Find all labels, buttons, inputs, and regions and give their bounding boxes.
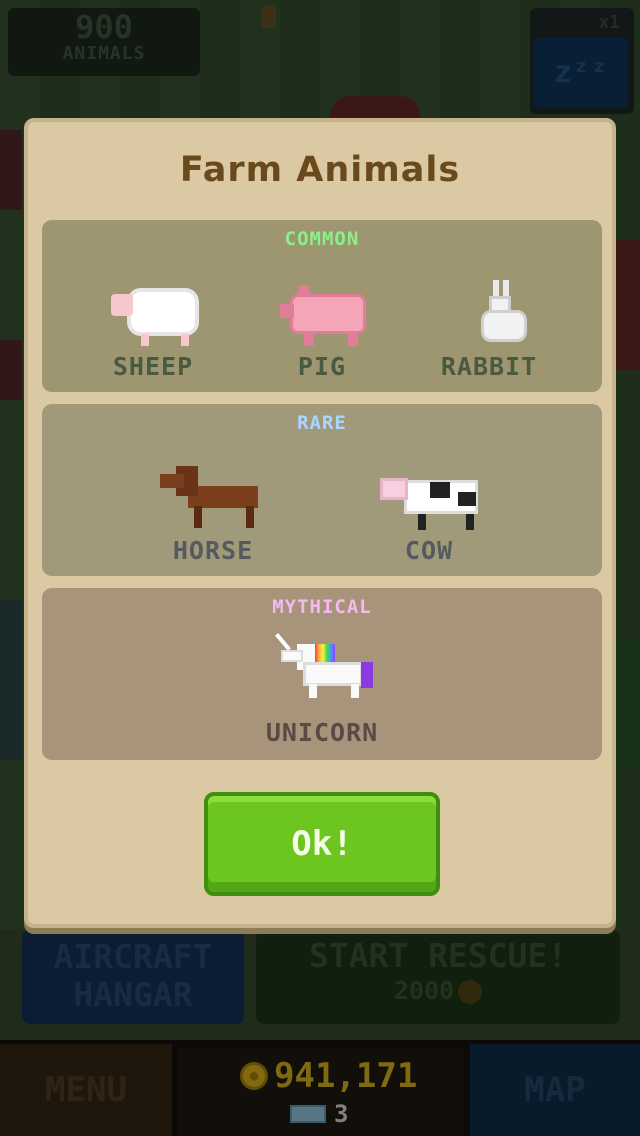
animal-name: RABBIT [440, 352, 538, 381]
section-common: COMMON SHEEP PIG RABBIT [42, 220, 602, 392]
ok-button[interactable]: Ok! [204, 792, 440, 896]
sheep-icon [93, 280, 213, 346]
section-rare: RARE HORSE COW [42, 404, 602, 576]
animal-name: UNICORN [265, 718, 379, 747]
animal-rabbit: RABBIT [414, 280, 564, 381]
animal-unicorn: UNICORN [247, 632, 397, 747]
animal-name: SHEEP [112, 352, 194, 381]
dialog-title: Farm Animals [179, 150, 461, 190]
animal-name: COW [404, 536, 454, 565]
section-label-rare: RARE [297, 412, 347, 434]
animal-horse: HORSE [138, 464, 288, 565]
section-label-common: COMMON [284, 228, 360, 250]
animal-sheep: SHEEP [78, 280, 228, 381]
rabbit-icon [429, 280, 549, 346]
horse-icon [158, 464, 268, 530]
animal-name: PIG [297, 352, 347, 381]
cow-icon [374, 464, 484, 530]
section-mythical: MYTHICAL UNICORN [42, 588, 602, 760]
animal-cow: COW [354, 464, 504, 565]
pig-icon [262, 280, 382, 346]
unicorn-icon [267, 632, 377, 712]
farm-animals-dialog: Farm Animals COMMON SHEEP PIG RABBIT RAR… [24, 118, 616, 928]
animal-pig: PIG [247, 280, 397, 381]
animal-name: HORSE [172, 536, 254, 565]
section-label-mythical: MYTHICAL [272, 596, 372, 618]
